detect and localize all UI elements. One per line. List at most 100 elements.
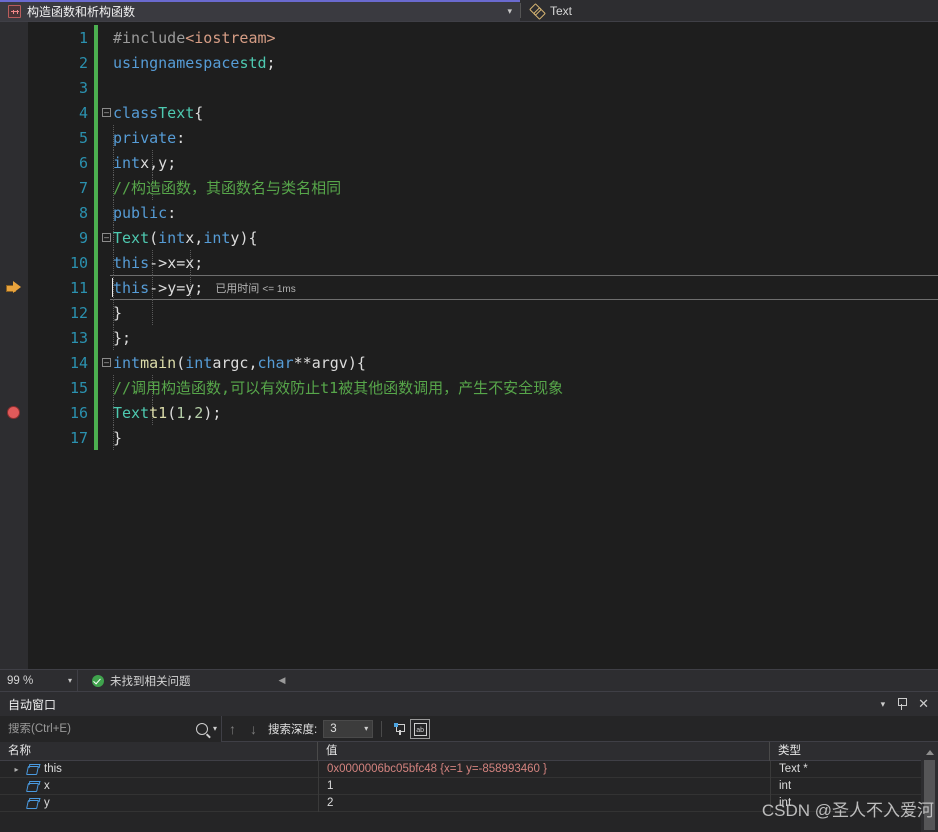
toolbar-divider	[381, 720, 383, 737]
editor-status-bar: 99 % ▾ 未找到相关问题 ◀	[0, 669, 938, 692]
problems-status[interactable]: 未找到相关问题	[78, 673, 191, 689]
change-indicator-bar	[94, 75, 98, 100]
magnifier-icon[interactable]	[195, 722, 208, 735]
code-line-2[interactable]: 2 using namespace std;	[0, 50, 938, 75]
breakpoint-icon[interactable]	[7, 406, 20, 419]
cell-type: int	[770, 777, 920, 795]
pin-filter-icon-button[interactable]	[390, 719, 410, 739]
search-next-button[interactable]: ↓	[243, 722, 264, 736]
column-header-type[interactable]: 类型	[770, 742, 920, 761]
cell-value[interactable]: 0x0000006bc05bfc48 {x=1 y=-858993460 }	[318, 760, 770, 778]
table-row[interactable]: x 1 int	[0, 777, 938, 795]
code-line-4[interactable]: 4 – class Text {	[0, 100, 938, 125]
change-indicator-bar	[94, 325, 98, 350]
change-indicator-bar	[94, 425, 98, 450]
search-prev-button[interactable]: ↑	[222, 722, 243, 736]
change-indicator-bar	[94, 225, 98, 250]
code-text: }	[113, 303, 123, 322]
code-line-15[interactable]: 15 //调用构造函数,可以有效防止t1被其他函数调用，产生不安全现象	[0, 375, 938, 400]
fold-toggle-icon[interactable]: –	[102, 358, 111, 367]
tab-constructor-destructor[interactable]: 构造函数和析构函数 ▾	[0, 0, 520, 21]
chevron-down-icon: ▾	[364, 724, 369, 733]
table-row[interactable]: ▸ this 0x0000006bc05bfc48 {x=1 y=-85899346…	[0, 760, 938, 778]
zoom-level-selector[interactable]: 99 % ▾	[0, 669, 78, 692]
elapsed-time-annotation: 已用时间 <= 1ms	[215, 282, 296, 295]
line-number: 5	[78, 128, 88, 147]
code-line-1[interactable]: 1 #include <iostream>	[0, 25, 938, 50]
execution-pointer-icon[interactable]	[6, 281, 22, 294]
line-number: 8	[78, 203, 88, 222]
nav-back-icon[interactable]: ◀	[279, 675, 286, 686]
code-line-12[interactable]: 12 }	[0, 300, 938, 325]
line-number: 3	[78, 78, 88, 97]
scroll-up-icon[interactable]	[926, 750, 934, 755]
code-line-11[interactable]: 11 this - > y = y; 已用时间 <= 1ms	[0, 275, 938, 300]
tab-text-class[interactable]: Text	[521, 0, 582, 21]
check-circle-icon	[92, 674, 104, 687]
cell-name[interactable]: ▸ this	[0, 761, 318, 778]
hex-display-toggle-button[interactable]: ab	[410, 718, 431, 739]
search-depth-label: 搜索深度:	[268, 723, 318, 736]
variable-name: y	[44, 796, 50, 809]
code-line-3[interactable]: 3	[0, 75, 938, 100]
variable-name: this	[44, 762, 62, 775]
line-number: 14	[69, 353, 88, 372]
chevron-down-icon[interactable]: ▾	[881, 699, 886, 710]
table-row[interactable]: y 2 int	[0, 794, 938, 812]
change-indicator-bar	[94, 250, 98, 275]
chevron-down-icon: ▾	[67, 676, 72, 685]
code-text: public:	[113, 203, 177, 222]
code-line-5[interactable]: 5 private:	[0, 125, 938, 150]
chevron-down-icon[interactable]: ▾	[213, 724, 217, 733]
chevron-down-icon[interactable]: ▾	[507, 6, 514, 17]
code-line-9[interactable]: 9 – Text(int x, int y) {	[0, 225, 938, 250]
cell-name[interactable]: y	[0, 795, 318, 812]
fold-toggle-icon[interactable]: –	[102, 233, 111, 242]
change-indicator-bar	[94, 375, 98, 400]
change-indicator-bar	[94, 50, 98, 75]
search-container[interactable]: ▾	[0, 715, 222, 742]
autos-title-label: 自动窗口	[8, 697, 57, 712]
cpp-file-icon	[8, 5, 21, 18]
cell-value[interactable]: 2	[318, 794, 770, 812]
search-input[interactable]	[8, 722, 196, 735]
code-line-16[interactable]: 16 Text t1(1, 2);	[0, 400, 938, 425]
pin-icon[interactable]	[896, 698, 908, 710]
column-header-name[interactable]: 名称	[0, 741, 318, 761]
code-line-8[interactable]: 8 public:	[0, 200, 938, 225]
column-header-value[interactable]: 值	[318, 741, 770, 761]
code-text: int x, y;	[113, 153, 177, 172]
line-number: 15	[69, 378, 88, 397]
change-indicator-bar	[94, 275, 98, 300]
autos-vertical-scrollbar[interactable]	[921, 746, 938, 832]
line-number: 9	[78, 228, 88, 247]
code-text: Text(int x, int y) {	[113, 228, 258, 247]
code-line-7[interactable]: 7 //构造函数，其函数名与类名相同	[0, 175, 938, 200]
code-line-17[interactable]: 17}	[0, 425, 938, 450]
change-indicator-bar	[94, 400, 98, 425]
code-line-10[interactable]: 10 this - > x = x;	[0, 250, 938, 275]
cell-name[interactable]: x	[0, 778, 318, 795]
code-text: }	[113, 428, 123, 447]
change-indicator-bar	[94, 200, 98, 225]
code-line-13[interactable]: 13};	[0, 325, 938, 350]
code-line-14[interactable]: 14 – int main(int argc, char * * argv) {	[0, 350, 938, 375]
change-indicator-bar	[94, 150, 98, 175]
code-editor[interactable]: 1 #include <iostream> 2 using namespace std…	[0, 22, 938, 669]
variables-table-body: ▸ this 0x0000006bc05bfc48 {x=1 y=-85899346…	[0, 760, 938, 812]
variable-icon	[26, 798, 39, 809]
change-indicator-bar	[94, 125, 98, 150]
tab-right-label: Text	[550, 3, 573, 18]
scrollbar-thumb[interactable]	[924, 760, 935, 830]
variable-name: x	[44, 779, 50, 792]
line-number: 6	[78, 153, 88, 172]
ab-box-icon: ab	[414, 722, 428, 736]
line-number: 10	[69, 253, 88, 272]
fold-toggle-icon[interactable]: –	[102, 108, 111, 117]
cell-value[interactable]: 1	[318, 777, 770, 795]
code-line-6[interactable]: 6 int x, y;	[0, 150, 938, 175]
indent-guide	[152, 300, 153, 325]
search-depth-select[interactable]: 3 ▾	[323, 719, 374, 738]
close-icon[interactable]: ✕	[918, 697, 929, 710]
expand-triangle-icon[interactable]: ▸	[12, 761, 21, 778]
